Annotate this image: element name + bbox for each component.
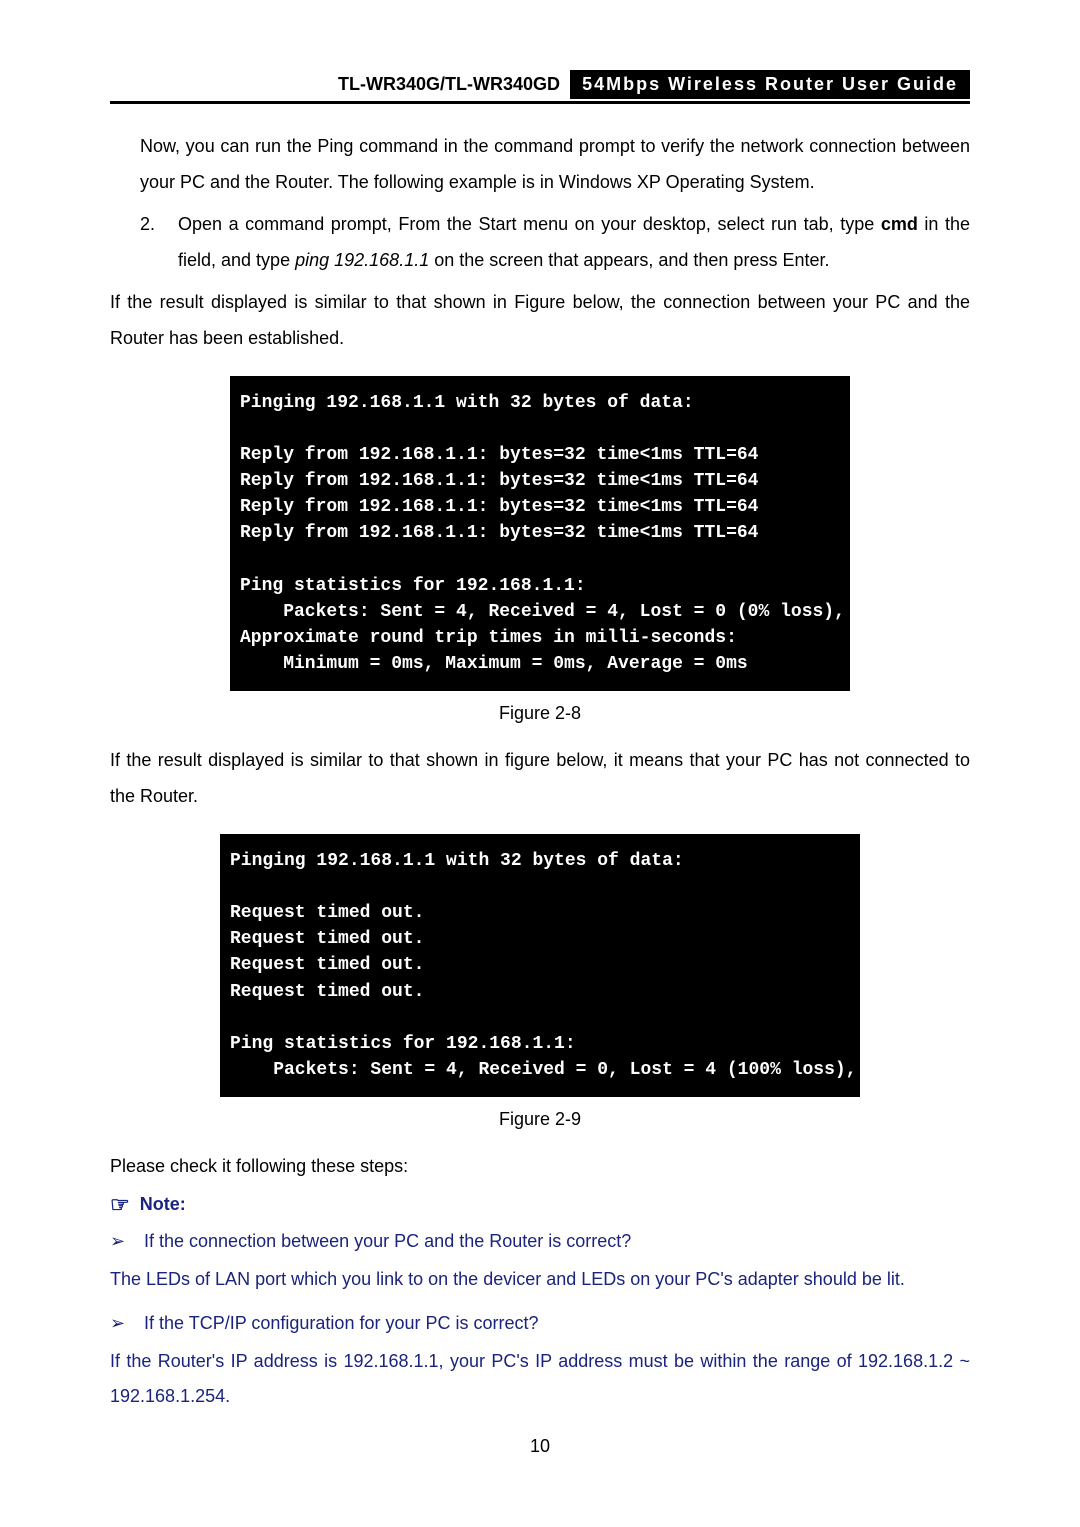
note-bullet-2: ➢ If the TCP/IP configuration for your P…: [110, 1306, 970, 1340]
figure-caption-2-8: Figure 2-8: [110, 703, 970, 724]
hand-point-icon: ☞: [110, 1194, 130, 1216]
terminal-output-fail: Pinging 192.168.1.1 with 32 bytes of dat…: [220, 834, 860, 1097]
note-paragraph-1: The LEDs of LAN port which you link to o…: [110, 1262, 970, 1296]
note-label: Note:: [140, 1194, 186, 1215]
note-header: ☞ Note:: [110, 1194, 970, 1216]
bullet-arrow-icon: ➢: [110, 1224, 144, 1258]
note-bullet-1-text: If the connection between your PC and th…: [144, 1224, 970, 1258]
note-paragraph-2: If the Router's IP address is 192.168.1.…: [110, 1344, 970, 1412]
paragraph-check-steps: Please check it following these steps:: [110, 1148, 970, 1184]
note-bullet-1: ➢ If the connection between your PC and …: [110, 1224, 970, 1258]
note-bullet-2-text: If the TCP/IP configuration for your PC …: [144, 1306, 970, 1340]
header-inner: TL-WR340G/TL-WR340GD 54Mbps Wireless Rou…: [110, 70, 970, 99]
step-2-pre: Open a command prompt, From the Start me…: [178, 214, 881, 234]
paragraph-result-fail: If the result displayed is similar to th…: [110, 742, 970, 814]
terminal-output-success: Pinging 192.168.1.1 with 32 bytes of dat…: [230, 376, 850, 691]
paragraph-intro: Now, you can run the Ping command in the…: [140, 128, 970, 200]
page-number: 10: [0, 1436, 1080, 1457]
paragraph-result-ok: If the result displayed is similar to th…: [110, 284, 970, 356]
header-bar: TL-WR340G/TL-WR340GD 54Mbps Wireless Rou…: [110, 70, 970, 104]
step-2-content: Open a command prompt, From the Start me…: [178, 206, 970, 278]
step-2-row: 2. Open a command prompt, From the Start…: [140, 206, 970, 278]
header-title: 54Mbps Wireless Router User Guide: [570, 70, 970, 99]
step-2-number: 2.: [140, 206, 178, 278]
step-2-post: on the screen that appears, and then pre…: [429, 250, 829, 270]
header-model: TL-WR340G/TL-WR340GD: [338, 70, 570, 99]
step-2-cmd-italic: ping 192.168.1.1: [295, 250, 429, 270]
figure-caption-2-9: Figure 2-9: [110, 1109, 970, 1130]
bullet-arrow-icon: ➢: [110, 1306, 144, 1340]
page-container: TL-WR340G/TL-WR340GD 54Mbps Wireless Rou…: [0, 0, 1080, 1413]
step-2-cmd-bold: cmd: [881, 214, 918, 234]
